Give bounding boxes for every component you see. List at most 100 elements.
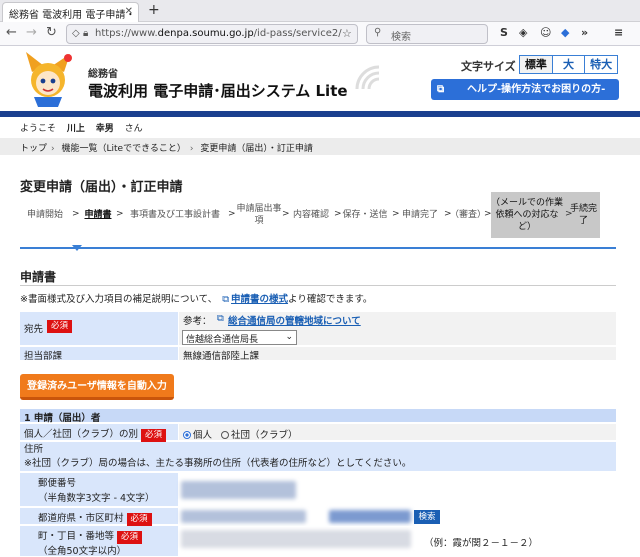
step-start: 申請開始 [26, 210, 63, 220]
form-note: ※書面様式及び入力項目の補足説明について、 ⧉ 申請書の様式より確認できます。 [20, 291, 372, 305]
progress-line [20, 245, 616, 251]
font-size-xlarge[interactable]: 特大 [584, 56, 617, 73]
user-first-name: 幸男 [95, 124, 114, 134]
prefecture-value-cell [179, 508, 616, 524]
radio-wave-icon [355, 65, 380, 90]
jurisdiction-link[interactable]: 総合通信局の管轄地域について [228, 313, 361, 327]
extension-ghost-icon[interactable]: ☺ [540, 26, 551, 39]
street-input-redacted[interactable] [181, 530, 411, 548]
close-icon[interactable]: ✕ [125, 6, 133, 17]
postal-code-input-redacted[interactable] [181, 481, 296, 499]
font-size-switcher: 標準 大 特大 [519, 55, 618, 74]
font-size-large[interactable]: 大 [551, 56, 585, 73]
destination-value-cell: 参考： ⧉ 総合通信局の管轄地域について 信越総合通信局長 ⌄ [179, 312, 616, 345]
destination-select[interactable]: 信越総合通信局長 ⌄ [182, 330, 297, 345]
new-tab-icon[interactable]: + [148, 2, 160, 18]
external-link-icon: ⧉ [222, 294, 230, 305]
step-arrow-icon: > [116, 209, 124, 219]
reload-icon[interactable]: ↻ [46, 25, 57, 40]
applicant-type-label-cell: 個人／社団（クラブ）の別 必須 [20, 424, 178, 442]
search-icon: ⚲ [374, 27, 382, 38]
step-design-docs: 事項書及び工事設計書 [129, 210, 220, 220]
extension-s-icon[interactable]: S [500, 26, 508, 39]
street-hint: （全角50文字以内） [38, 546, 127, 557]
url-bar[interactable]: ◇ 🔒︎ https://www.denpa.soumu.go.jp/id-pa… [66, 24, 358, 44]
browser-search-input[interactable]: ⚲ 検索 [366, 24, 488, 44]
radio-individual-label: 個人 [193, 430, 213, 441]
forward-icon[interactable]: → [26, 25, 37, 40]
user-honorific: さん [124, 124, 143, 134]
tab-title: 総務省 電波利用 電子申請・ [9, 10, 136, 21]
breadcrumb-top[interactable]: トップ [20, 144, 47, 154]
department-label: 担当部課 [24, 351, 63, 362]
prefecture-input-redacted[interactable] [181, 510, 306, 523]
site-header: 総務省 電波利用 電子申請･届出システム Lite 文字サイズ 標準 大 特大 … [0, 47, 640, 111]
address-search-button[interactable]: 検索 [414, 510, 440, 524]
url-domain: denpa.soumu.go.jp [157, 28, 254, 39]
help-button-label: ヘルプ-操作方法でお困りの方- [467, 84, 606, 95]
font-size-label: 文字サイズ [461, 60, 516, 73]
required-badge: 必須 [141, 429, 167, 442]
breadcrumb-current: 変更申請（届出）・訂正申請 [200, 144, 313, 154]
radio-club[interactable] [221, 431, 230, 439]
address-note: ※社団（クラブ）局の場合は、主たる事務所の住所（代表者の住所など）としてください… [24, 458, 412, 469]
step-complete: 申請完了 [401, 210, 438, 220]
applicant-section-title: 1 申請（届出）者 [24, 413, 101, 424]
radio-individual[interactable] [183, 431, 191, 439]
step-save-send: 保存・送信 [342, 210, 388, 220]
required-badge: 必須 [117, 531, 143, 544]
destination-label-cell: 宛先 必須 [20, 312, 178, 345]
bookmark-star-icon[interactable]: ☆ [342, 27, 352, 40]
city-input-redacted[interactable] [329, 510, 411, 523]
welcome-bar: ようこそ 川上 幸男 さん [0, 117, 640, 137]
mascot-logo [26, 52, 72, 107]
section-divider [20, 285, 616, 286]
applicant-type-value-cell: 個人 社団（クラブ） [179, 424, 616, 441]
breadcrumb-function-list[interactable]: 機能一覧（Liteでできること） [62, 144, 186, 154]
extensions-icon[interactable]: » [581, 26, 588, 39]
department-label-cell: 担当部課 [20, 347, 178, 362]
browser-tab-bar: 総務省 電波利用 電子申請・ ✕ + [0, 0, 640, 22]
street-label-cell: 町・丁目・番地等 必須 （全角50文字以内） [20, 526, 178, 557]
step-arrow-icon: > [72, 209, 80, 219]
reference-prefix: 参考： [183, 316, 212, 327]
url-path: /id-pass/service2/ [253, 28, 342, 39]
breadcrumb: トップ › 機能一覧（Liteでできること） › 変更申請（届出）・訂正申請 [0, 138, 640, 155]
step-email-task: （メールでの作業依頼への対応など） [491, 192, 563, 238]
postal-code-label-cell: 郵便番号 （半角数字3文字 - 4文字） [20, 473, 178, 506]
autofill-user-info-button[interactable]: 登録済みユーザ情報を自動入力 [20, 374, 174, 400]
menu-icon[interactable]: ≡ [614, 26, 623, 39]
street-example: （例：霞が関２－１－２） [424, 538, 539, 549]
extension-shield-icon[interactable]: ◈ [519, 26, 527, 39]
chevron-down-icon: ⌄ [285, 332, 293, 342]
postal-code-label: 郵便番号 [38, 478, 77, 489]
postal-code-value-cell [179, 473, 616, 506]
chevron-right-icon: › [51, 144, 55, 154]
prefecture-row: 都道府県・市区町村 必須 [20, 508, 616, 526]
step-review: （審査） [450, 210, 487, 220]
system-title: 電波利用 電子申請･届出システム Lite [88, 82, 348, 100]
browser-tab[interactable]: 総務省 電波利用 電子申請・ ✕ [2, 2, 139, 22]
street-row: 町・丁目・番地等 必須 （全角50文字以内） （例：霞が関２－１－２） [20, 526, 616, 557]
form-spec-link[interactable]: 申請書の様式 [231, 294, 288, 305]
browser-nav-bar: ← → ↻ ◇ 🔒︎ https://www.denpa.soumu.go.jp… [0, 22, 640, 46]
note-suffix: より確認できます。 [288, 294, 373, 305]
step-arrow-icon: > [565, 209, 573, 219]
destination-select-value: 信越総合通信局長 [186, 335, 259, 345]
radio-club-label: 社団（クラブ） [231, 430, 298, 441]
external-link-icon: ⧉ [437, 84, 445, 95]
postal-code-row: 郵便番号 （半角数字3文字 - 4文字） [20, 473, 616, 507]
extension-blue-icon[interactable]: ◆ [561, 26, 569, 39]
welcome-greeting: ようこそ [20, 124, 57, 134]
font-size-standard[interactable]: 標準 [520, 56, 552, 73]
step-application: 申請書 [84, 210, 112, 220]
note-prefix: ※書面様式及び入力項目の補足説明について、 [20, 294, 218, 305]
user-last-name: 川上 [66, 124, 85, 134]
progress-steps: 申請開始 > 申請書 > 事項書及び工事設計書 > 申請届出事項 > 内容確認 … [20, 192, 600, 238]
back-icon[interactable]: ← [6, 25, 17, 40]
ministry-label: 総務省 [88, 69, 118, 80]
destination-row: 宛先 必須 参考： ⧉ 総合通信局の管轄地域について 信越総合通信局長 ⌄ [20, 312, 616, 346]
step-arrow-icon: > [228, 209, 236, 219]
help-button[interactable]: ⧉ ヘルプ-操作方法でお困りの方- [431, 79, 619, 100]
search-placeholder: 検索 [391, 32, 411, 43]
